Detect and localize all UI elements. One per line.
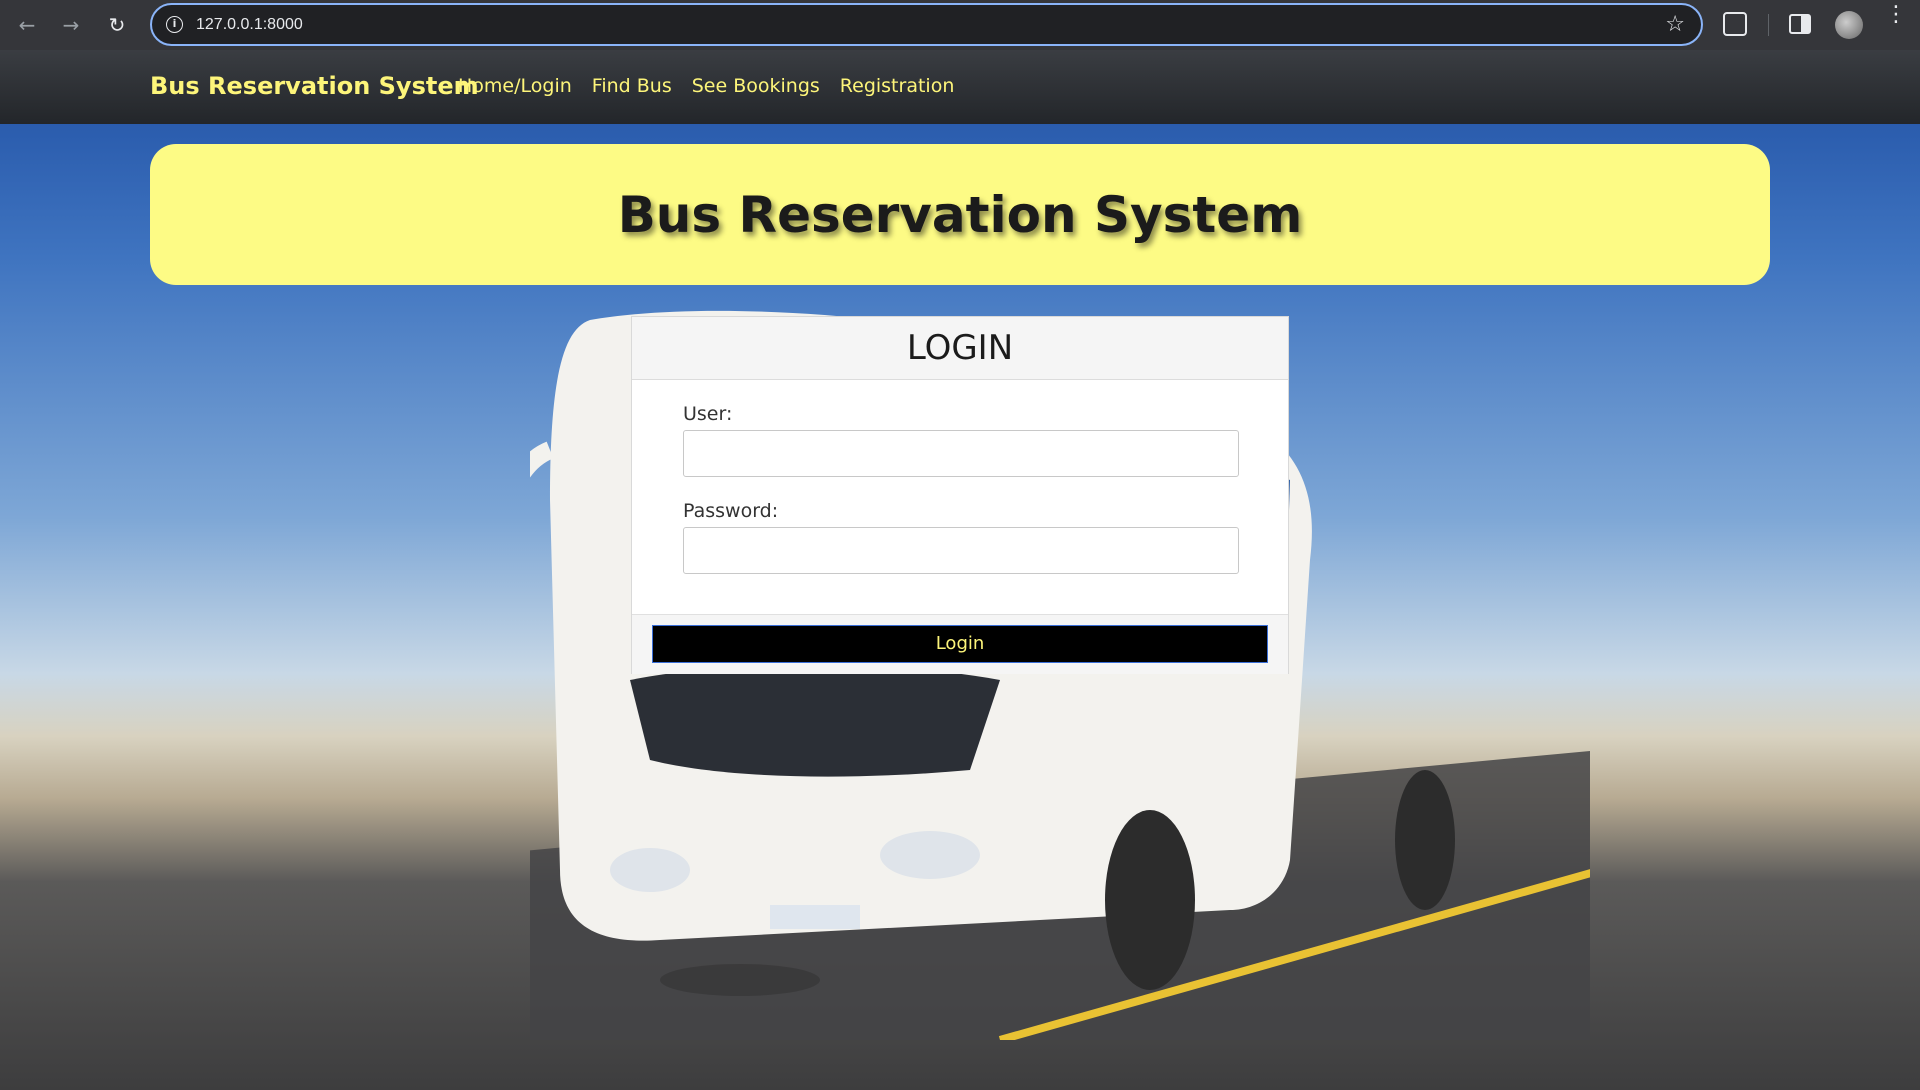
- password-label: Password:: [683, 500, 779, 522]
- nav-link-registration[interactable]: Registration: [840, 75, 955, 97]
- nav-links: Home/Login Find Bus See Bookings Registr…: [458, 75, 954, 97]
- reload-icon[interactable]: ↻: [104, 12, 130, 38]
- top-navbar: Bus Reservation System Home/Login Find B…: [0, 50, 1920, 124]
- site-info-icon[interactable]: i: [166, 16, 183, 33]
- nav-link-home-login[interactable]: Home/Login: [458, 75, 572, 97]
- user-input[interactable]: [683, 430, 1239, 477]
- forward-arrow-icon[interactable]: →: [58, 12, 84, 38]
- side-panel-icon[interactable]: [1789, 14, 1811, 34]
- address-bar[interactable]: i 127.0.0.1:8000 ☆: [150, 3, 1703, 46]
- nav-link-find-bus[interactable]: Find Bus: [592, 75, 672, 97]
- hero-banner: Bus Reservation System: [150, 144, 1770, 285]
- login-card-footer: Login: [632, 614, 1288, 674]
- login-title: LOGIN: [632, 317, 1288, 380]
- bookmark-star-icon[interactable]: ☆: [1665, 12, 1685, 37]
- back-arrow-icon[interactable]: ←: [14, 12, 40, 38]
- more-menu-icon[interactable]: ⋮: [1885, 4, 1907, 26]
- nav-link-see-bookings[interactable]: See Bookings: [692, 75, 820, 97]
- page-viewport: Bus Reservation System Home/Login Find B…: [0, 50, 1920, 1090]
- user-label: User:: [683, 403, 733, 425]
- password-input[interactable]: [683, 527, 1239, 574]
- login-card: LOGIN User: Password: Login: [631, 316, 1289, 674]
- login-button[interactable]: Login: [652, 625, 1268, 663]
- url-text[interactable]: 127.0.0.1:8000: [196, 16, 303, 34]
- browser-toolbar: ← → ↻ i 127.0.0.1:8000 ☆ ⋮: [0, 0, 1920, 50]
- profile-avatar-icon[interactable]: [1835, 11, 1863, 39]
- hero-title: Bus Reservation System: [617, 185, 1303, 244]
- navbar-brand[interactable]: Bus Reservation System: [150, 72, 479, 100]
- toolbar-separator: [1768, 14, 1769, 36]
- extensions-icon[interactable]: [1723, 12, 1747, 36]
